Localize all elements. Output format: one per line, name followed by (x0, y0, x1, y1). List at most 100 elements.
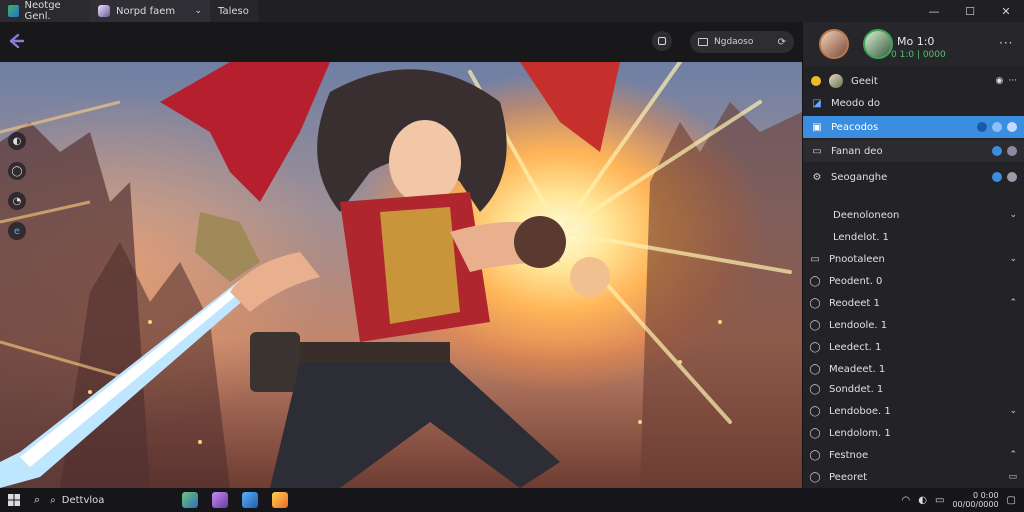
circle-icon: ◯ (809, 405, 821, 417)
avatar[interactable] (819, 29, 849, 59)
back-arrow-icon[interactable] (6, 31, 28, 53)
toolbar: Ngdaoso ⟳ (0, 22, 802, 62)
more-options-icon[interactable]: ··· (1008, 76, 1017, 86)
notification-icon[interactable]: ▢ (1007, 495, 1016, 506)
badge-icon[interactable] (992, 172, 1002, 182)
anime-artwork (0, 62, 802, 488)
list-item-label: Peacodos (831, 121, 879, 133)
gear-icon: ⚙ (812, 171, 822, 183)
badge-icon[interactable] (1007, 146, 1017, 156)
image-viewer: ◐ ◯ ◔ e (0, 62, 802, 488)
chevron-up-icon[interactable]: ⌃ (1009, 298, 1017, 308)
list-item-label: Lendoboe. 1 (829, 405, 891, 417)
chevron-down-icon[interactable]: ⌄ (1009, 254, 1017, 264)
tab-3[interactable]: Taleso (210, 0, 258, 22)
chevron-down-icon[interactable]: ⌄ (1009, 210, 1017, 220)
avatar[interactable] (863, 29, 893, 59)
circle-icon: ◯ (809, 449, 821, 461)
list-item-label: Festnoe (829, 449, 869, 461)
badge-icon[interactable] (992, 146, 1002, 156)
list-item[interactable]: ▭ Pnootaleen ⌄ (803, 248, 1024, 270)
viewer-side-tools: ◐ ◯ ◔ e (8, 132, 26, 240)
badge-icon[interactable] (977, 122, 987, 132)
tool-icon-1[interactable]: ◐ (8, 132, 26, 150)
list-item[interactable]: ◯ Festnoe ⌃ (803, 444, 1024, 466)
app-icon-1[interactable] (182, 492, 198, 508)
list-item[interactable]: ◯ Lendolom. 1 (803, 422, 1024, 444)
window-controls: — ☐ ✕ (916, 0, 1024, 22)
clock[interactable]: 0 0:00 00/00/0000 (952, 491, 998, 509)
right-panel: Mo 1:0 0 1:0 | 0000 ··· Geeit ◉ ··· ◪ Me… (802, 22, 1024, 488)
list-item[interactable]: ◯ Meadeet. 1 (803, 358, 1024, 380)
list-item-label: Seoganghe (831, 171, 888, 183)
list-item[interactable]: ◪ Meodo do (803, 92, 1024, 114)
maximize-icon[interactable]: ☐ (952, 0, 988, 22)
more-options-icon[interactable]: ··· (999, 36, 1013, 50)
panel-header: Mo 1:0 0 1:0 | 0000 ··· (803, 22, 1024, 66)
badge-icon[interactable] (1007, 122, 1017, 132)
tab-2[interactable]: Norpd faem ⌄ (90, 0, 210, 22)
chevron-up-icon[interactable]: ⌃ (1009, 450, 1017, 460)
grid-icon[interactable]: ▭ (1008, 472, 1017, 482)
list-item[interactable]: ▭ Fanan deo (803, 140, 1024, 162)
list-item[interactable]: ◯ Peeoret ▭ (803, 466, 1024, 488)
list-item-label: Meodo do (831, 97, 881, 109)
list-item[interactable]: ◯ Sonddet. 1 (803, 378, 1024, 400)
badge-icon[interactable] (1007, 172, 1017, 182)
list-item[interactable]: ◯ Peodent. 0 (803, 270, 1024, 292)
taskbar-apps (182, 492, 288, 508)
circle-icon: ◯ (809, 383, 821, 395)
emoji-icon (811, 76, 821, 86)
list-item[interactable]: ◯ Lendoole. 1 (803, 314, 1024, 336)
list-item[interactable]: Geeit ◉ ··· (803, 70, 1024, 92)
list-item[interactable]: Deenoloneon ⌄ (803, 204, 1024, 226)
volume-icon[interactable]: ◐ (918, 495, 927, 506)
list-item-label: Geeit (851, 75, 878, 87)
list-item[interactable]: ◯ Leedect. 1 (803, 336, 1024, 358)
list-item-selected[interactable]: ▣ Peacodos (803, 116, 1024, 138)
wifi-icon[interactable]: ◠ (902, 495, 911, 506)
circle-icon: ◯ (809, 297, 821, 309)
avatar-favicon-icon (98, 5, 110, 17)
app-icon-3[interactable] (242, 492, 258, 508)
list-item[interactable]: Lendelot. 1 (803, 226, 1024, 248)
list-item-label: Leedect. 1 (829, 341, 882, 353)
edge-icon[interactable]: e (8, 222, 26, 240)
tab-1[interactable]: Neotge Genl. (0, 0, 90, 22)
refresh-icon[interactable]: ⟳ (778, 37, 786, 48)
tab-label: Taleso (218, 5, 249, 17)
tab-label: Norpd faem (116, 5, 176, 17)
search-icon[interactable]: ⌕ (28, 493, 46, 507)
tool-icon-3[interactable]: ◔ (8, 192, 26, 210)
search-icon: ⌕ (50, 494, 56, 506)
minimize-icon[interactable]: — (916, 0, 952, 22)
settings-icon[interactable]: ◉ (996, 76, 1004, 86)
user-name: Mo 1:0 (897, 35, 935, 48)
list-item-label: Peeoret (829, 471, 868, 483)
row-actions (992, 172, 1017, 182)
search-label: Ngdaoso (714, 37, 754, 47)
circle-icon: ◯ (809, 341, 821, 353)
start-button[interactable] (0, 488, 28, 512)
list-item[interactable]: ◯ Lendoboe. 1 ⌄ (803, 400, 1024, 422)
chevron-down-icon[interactable]: ⌄ (1009, 406, 1017, 416)
badge-icon[interactable] (992, 122, 1002, 132)
app-icon-4[interactable] (272, 492, 288, 508)
share-button[interactable] (652, 31, 672, 51)
list-item[interactable]: ⚙ Seoganghe (803, 166, 1024, 188)
browser-window: Neotge Genl. Norpd faem ⌄ Taleso — ☐ ✕ N… (0, 0, 1024, 488)
app-icon-2[interactable] (212, 492, 228, 508)
close-icon[interactable]: ✕ (988, 0, 1024, 22)
row-actions (992, 146, 1017, 156)
circle-icon: ◯ (809, 427, 821, 439)
search-bar[interactable]: Ngdaoso ⟳ (690, 31, 794, 53)
list-item[interactable]: ◯ Reodeet 1 ⌃ (803, 292, 1024, 314)
battery-icon[interactable]: ▭ (935, 495, 944, 506)
title-bar: Neotge Genl. Norpd faem ⌄ Taleso — ☐ ✕ (0, 0, 1024, 22)
taskbar-search-label: Dettvloa (61, 494, 105, 506)
taskbar-search[interactable]: ⌕ Dettvloa (46, 495, 106, 506)
image-icon: ▣ (812, 121, 822, 133)
tool-icon-2[interactable]: ◯ (8, 162, 26, 180)
chevron-down-icon[interactable]: ⌄ (194, 6, 202, 16)
folder-icon: ▭ (812, 145, 822, 157)
